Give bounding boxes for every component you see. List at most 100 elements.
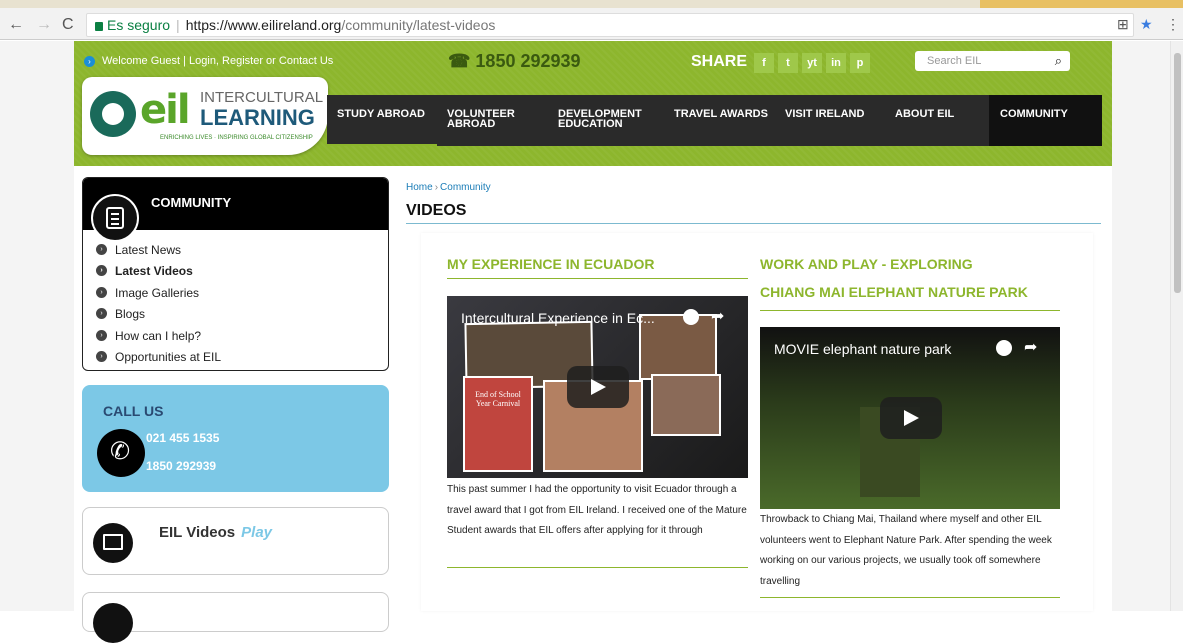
menu-dev-line2: EDUCATION [558, 118, 623, 130]
description-divider [447, 567, 748, 568]
community-nav-box: COMMUNITY › Latest News › Latest Videos › I… [82, 177, 389, 371]
community-nav-list: › Latest News › Latest Videos › Image Galle… [95, 241, 221, 369]
heading-divider [760, 310, 1060, 311]
breadcrumb: Home › Community [406, 182, 491, 193]
sidebar-item-label: Opportunities at EIL [115, 349, 222, 364]
logo-learning: LEARNING [200, 105, 315, 130]
back-icon[interactable]: ← [8, 16, 24, 34]
video-title-overlay[interactable]: MOVIE elephant nature park [774, 341, 951, 357]
monitor-icon [93, 523, 133, 563]
video-player[interactable]: End of School Year Carnival Intercultural… [447, 296, 748, 478]
video-heading[interactable]: WORK AND PLAY - EXPLORING CHIANG MAI ELEP… [760, 250, 1028, 306]
sidebar-item-label: How can I help? [115, 328, 202, 343]
eil-videos-box[interactable]: EIL Videos Play [82, 507, 389, 575]
heading-divider [447, 278, 748, 279]
video-title-overlay[interactable]: Intercultural Experience in Ec... [461, 310, 655, 326]
eil-videos-label: EIL Videos Play [159, 524, 272, 541]
chevron-right-icon: › [96, 329, 107, 341]
star-icon[interactable]: ★ [1140, 16, 1153, 33]
address-bar[interactable]: Es seguro | https://www.eilireland.org/com… [86, 13, 1134, 37]
chevron-right-icon: › [96, 244, 107, 255]
watch-later-icon[interactable] [683, 309, 699, 325]
blog-box[interactable] [82, 592, 389, 643]
video-thumbnail-photo [651, 374, 721, 436]
logo-intercultural: INTERCULTURAL [200, 89, 324, 106]
video-description: Throwback to Chiang Mai, Thailand where … [760, 514, 1052, 587]
pinterest-icon[interactable]: p [850, 53, 870, 73]
video-player[interactable]: MOVIE elephant nature park ➦ [760, 327, 1060, 509]
menu-volunteer-line2: ABROAD [447, 118, 496, 130]
header-phone: ☎ 1850 292939 [448, 51, 581, 72]
welcome-bar[interactable]: › Welcome Guest | Login, Register or Cont… [84, 55, 333, 67]
sidebar-item-opportunities[interactable]: › Opportunities at EIL [95, 348, 221, 369]
header-phone-number: 1850 292939 [475, 51, 581, 71]
poster-line: End of School [475, 390, 521, 399]
logo-swirl-icon [90, 91, 136, 137]
call-number-lo-call[interactable]: 1850 292939 [146, 459, 216, 473]
eil-videos-text: EIL Videos [159, 524, 236, 541]
translate-icon[interactable]: ⊞ [1117, 16, 1129, 33]
sidebar-item-label: Image Galleries [115, 285, 200, 300]
community-nav-title: COMMUNITY [151, 195, 232, 210]
phone-icon: ☎ [448, 51, 476, 71]
lock-icon [95, 22, 103, 31]
reload-icon[interactable]: C [62, 16, 74, 34]
scrollbar[interactable] [1170, 41, 1183, 611]
title-divider [406, 223, 1101, 224]
search-placeholder: Search EIL [927, 55, 982, 67]
play-button[interactable] [880, 397, 942, 439]
menu-volunteer-abroad[interactable]: VOLUNTEER ABROAD [447, 109, 515, 130]
play-button[interactable] [567, 366, 629, 408]
menu-study-abroad[interactable]: STUDY ABROAD [337, 109, 425, 120]
tab-strip [0, 0, 1183, 8]
document-icon [91, 194, 139, 242]
welcome-text[interactable]: Welcome Guest | Login, Register or Conta… [102, 55, 333, 67]
page-title: VIDEOS [406, 202, 467, 219]
search-icon[interactable]: ⌕ [1055, 51, 1062, 71]
chevron-right-icon: › [96, 308, 107, 320]
eil-videos-play[interactable]: Play [241, 524, 272, 541]
sidebar-item-label: Blogs [115, 307, 146, 322]
twitter-icon[interactable]: t [778, 53, 798, 73]
chevron-right-icon: › [96, 286, 107, 298]
secure-label: Es seguro [107, 17, 171, 33]
sidebar-item-latest-news[interactable]: › Latest News [95, 241, 221, 262]
browser-toolbar: ← → C Es seguro | https://www.eilireland.o… [0, 0, 1183, 40]
youtube-icon[interactable]: yt [802, 53, 822, 73]
menu-icon[interactable]: ⋮ [1166, 16, 1180, 33]
linkedin-icon[interactable]: in [826, 53, 846, 73]
forward-icon[interactable]: → [36, 16, 52, 34]
active-tab[interactable] [980, 0, 1183, 8]
search-input[interactable]: Search EIL ⌕ [915, 51, 1070, 71]
url-host: https://www.eilireland.org [185, 17, 342, 33]
video-heading[interactable]: MY EXPERIENCE IN ECUADOR [447, 250, 654, 278]
menu-visit-ireland[interactable]: VISIT IRELAND [785, 109, 864, 120]
menu-development-education[interactable]: DEVELOPMENT EDUCATION [558, 109, 642, 130]
sidebar-item-blogs[interactable]: › Blogs [95, 305, 221, 326]
sidebar-item-label: Latest Videos [115, 264, 193, 279]
site-logo[interactable]: eil INTERCULTURAL LEARNING ENRICHING LIV… [82, 77, 328, 155]
watch-later-icon[interactable] [996, 340, 1012, 356]
sidebar-item-image-galleries[interactable]: › Image Galleries [95, 284, 221, 305]
share-icon[interactable]: ➦ [1024, 337, 1037, 357]
menu-travel-awards[interactable]: TRAVEL AWARDS [674, 109, 768, 120]
logo-tagline: ENRICHING LIVES · INSPIRING GLOBAL CITIZ… [160, 135, 313, 141]
sidebar-item-latest-videos[interactable]: › Latest Videos [95, 262, 221, 283]
call-number-cork[interactable]: 021 455 1535 [146, 431, 219, 445]
menu-about-eil[interactable]: ABOUT EIL [895, 109, 954, 120]
site-header: › Welcome Guest | Login, Register or Cont… [74, 41, 1112, 166]
share-icon[interactable]: ➦ [711, 306, 724, 326]
scrollbar-thumb[interactable] [1174, 53, 1181, 293]
main-menu [327, 95, 1102, 146]
breadcrumb-home[interactable]: Home [406, 182, 433, 193]
call-us-title: CALL US [103, 403, 164, 419]
video-heading-line2: CHIANG MAI ELEPHANT NATURE PARK [760, 284, 1028, 300]
info-icon: › [84, 56, 95, 67]
breadcrumb-community[interactable]: Community [440, 182, 491, 193]
sidebar-item-how-can-i-help[interactable]: › How can I help? [95, 327, 221, 348]
video-heading-line1: WORK AND PLAY - EXPLORING [760, 256, 973, 272]
facebook-icon[interactable]: f [754, 53, 774, 73]
call-us-box: CALL US 021 455 1535 1850 292939 [82, 385, 389, 492]
video-thumbnail-poster: End of School Year Carnival [463, 376, 533, 472]
menu-community[interactable]: COMMUNITY [1000, 109, 1068, 120]
